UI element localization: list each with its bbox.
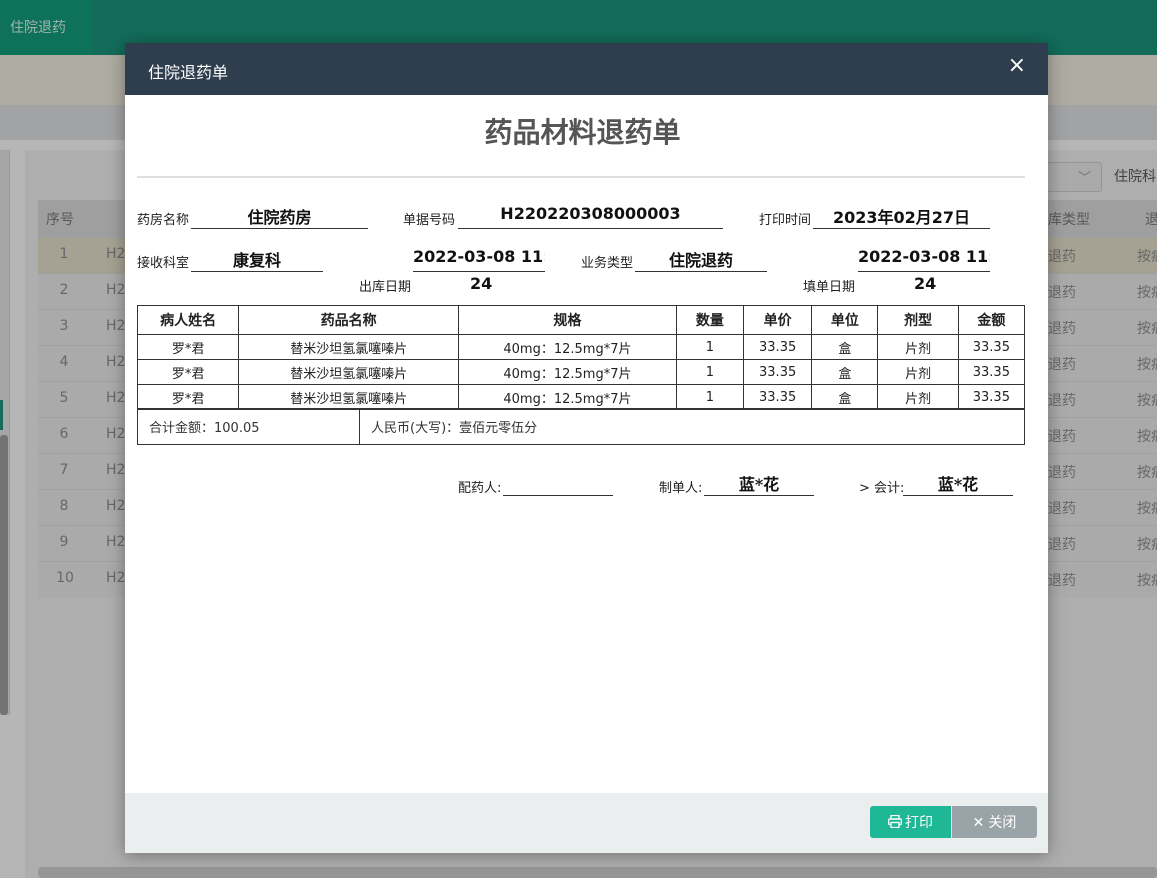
out-date-value-cont: 24 [470, 274, 493, 293]
dispenser-label: 配药人: [458, 481, 502, 496]
cell-amount: 33.35 [957, 359, 1026, 385]
col-unit-price: 单价 [743, 305, 813, 335]
cell-amount: 33.35 [957, 384, 1026, 410]
dialog-body: 药品材料退药单 药房名称 住院药房 单据号码 H220220308000003 … [125, 95, 1048, 793]
doc-no-value: H220220308000003 [458, 204, 723, 229]
fill-date-value: 2022-03-08 11:30: [858, 247, 990, 272]
title-divider [137, 176, 1025, 178]
cell-patient: 罗*君 [136, 359, 240, 385]
print-time-value: 2023年02月27日 [813, 204, 990, 229]
cell-patient: 罗*君 [136, 384, 240, 410]
cell-form: 片剂 [877, 384, 959, 410]
pharmacy-value: 住院药房 [191, 204, 368, 229]
dialog-header: 住院退药单 × [125, 43, 1048, 95]
close-x-icon: ✕ [972, 815, 985, 831]
cell-patient: 罗*君 [136, 334, 240, 360]
close-button[interactable]: ✕ 关闭 [952, 806, 1037, 838]
summary-box: 合计金额：100.05 人民币(大写)：壹佰元零伍分 [137, 408, 1025, 445]
biz-type-label: 业务类型 [581, 256, 634, 271]
cell-unit: 盒 [811, 384, 879, 410]
col-patient-name: 病人姓名 [136, 305, 240, 335]
col-qty: 数量 [675, 305, 745, 335]
out-date-value: 2022-03-08 11:30: [413, 247, 545, 272]
cell-qty: 1 [675, 384, 745, 410]
document-title: 药品材料退药单 [484, 116, 681, 149]
cell-spec: 40mg：12.5mg*7片 [458, 384, 677, 410]
close-icon[interactable]: × [1008, 55, 1026, 77]
table-row: 罗*君 替米沙坦氢氯噻嗪片 40mg：12.5mg*7片 1 33.35 盒 片… [136, 384, 1026, 410]
cell-price: 33.35 [743, 359, 813, 385]
cell-price: 33.35 [743, 334, 813, 360]
cell-unit: 盒 [811, 359, 879, 385]
cell-drug: 替米沙坦氢氯噻嗪片 [238, 359, 460, 385]
total-amount-rmb: 人民币(大写)：壹佰元零伍分 [371, 421, 538, 436]
return-slip-dialog: 住院退药单 × 药品材料退药单 药房名称 住院药房 单据号码 H22022030… [125, 43, 1048, 853]
cell-form: 片剂 [877, 359, 959, 385]
cell-qty: 1 [675, 334, 745, 360]
doc-no-label: 单据号码 [403, 213, 456, 228]
dispenser-value [503, 471, 613, 496]
dialog-footer: 打印 ✕ 关闭 [125, 793, 1048, 853]
dept-label: 接收科室 [137, 256, 190, 271]
close-button-label: 关闭 [988, 815, 1017, 831]
print-button[interactable]: 打印 [870, 806, 951, 838]
fill-date-label: 填单日期 [803, 280, 856, 295]
table-row: 罗*君 替米沙坦氢氯噻嗪片 40mg：12.5mg*7片 1 33.35 盒 片… [136, 334, 1026, 360]
col-amount: 金额 [957, 305, 1026, 335]
maker-value: 蓝*花 [704, 471, 814, 496]
maker-label: 制单人: [659, 481, 703, 496]
col-form: 剂型 [877, 305, 959, 335]
cell-spec: 40mg：12.5mg*7片 [458, 334, 677, 360]
col-spec: 规格 [458, 305, 677, 335]
dept-value: 康复科 [191, 247, 323, 272]
accountant-value: 蓝*花 [903, 471, 1013, 496]
printer-icon [888, 814, 902, 829]
cell-spec: 40mg：12.5mg*7片 [458, 359, 677, 385]
cell-price: 33.35 [743, 384, 813, 410]
items-table: 病人姓名 药品名称 规格 数量 单价 单位 剂型 金额 罗*君 替米沙坦氢氯噻嗪… [136, 305, 1026, 410]
cell-form: 片剂 [877, 334, 959, 360]
print-button-label: 打印 [905, 815, 933, 831]
pharmacy-label: 药房名称 [137, 213, 190, 228]
total-amount: 合计金额：100.05 [138, 409, 360, 444]
print-time-label: 打印时间 [759, 213, 812, 228]
cell-amount: 33.35 [957, 334, 1026, 360]
out-date-label: 出库日期 [359, 280, 412, 295]
col-drug-name: 药品名称 [238, 305, 460, 335]
accountant-label: > 会计: [859, 481, 905, 496]
cell-unit: 盒 [811, 334, 879, 360]
dialog-title: 住院退药单 [148, 63, 229, 82]
biz-type-value: 住院退药 [635, 247, 767, 272]
table-row: 罗*君 替米沙坦氢氯噻嗪片 40mg：12.5mg*7片 1 33.35 盒 片… [136, 359, 1026, 385]
cell-drug: 替米沙坦氢氯噻嗪片 [238, 334, 460, 360]
items-table-header: 病人姓名 药品名称 规格 数量 单价 单位 剂型 金额 [136, 305, 1026, 335]
cell-qty: 1 [675, 359, 745, 385]
col-unit: 单位 [811, 305, 879, 335]
fill-date-value-cont: 24 [914, 274, 937, 293]
cell-drug: 替米沙坦氢氯噻嗪片 [238, 384, 460, 410]
